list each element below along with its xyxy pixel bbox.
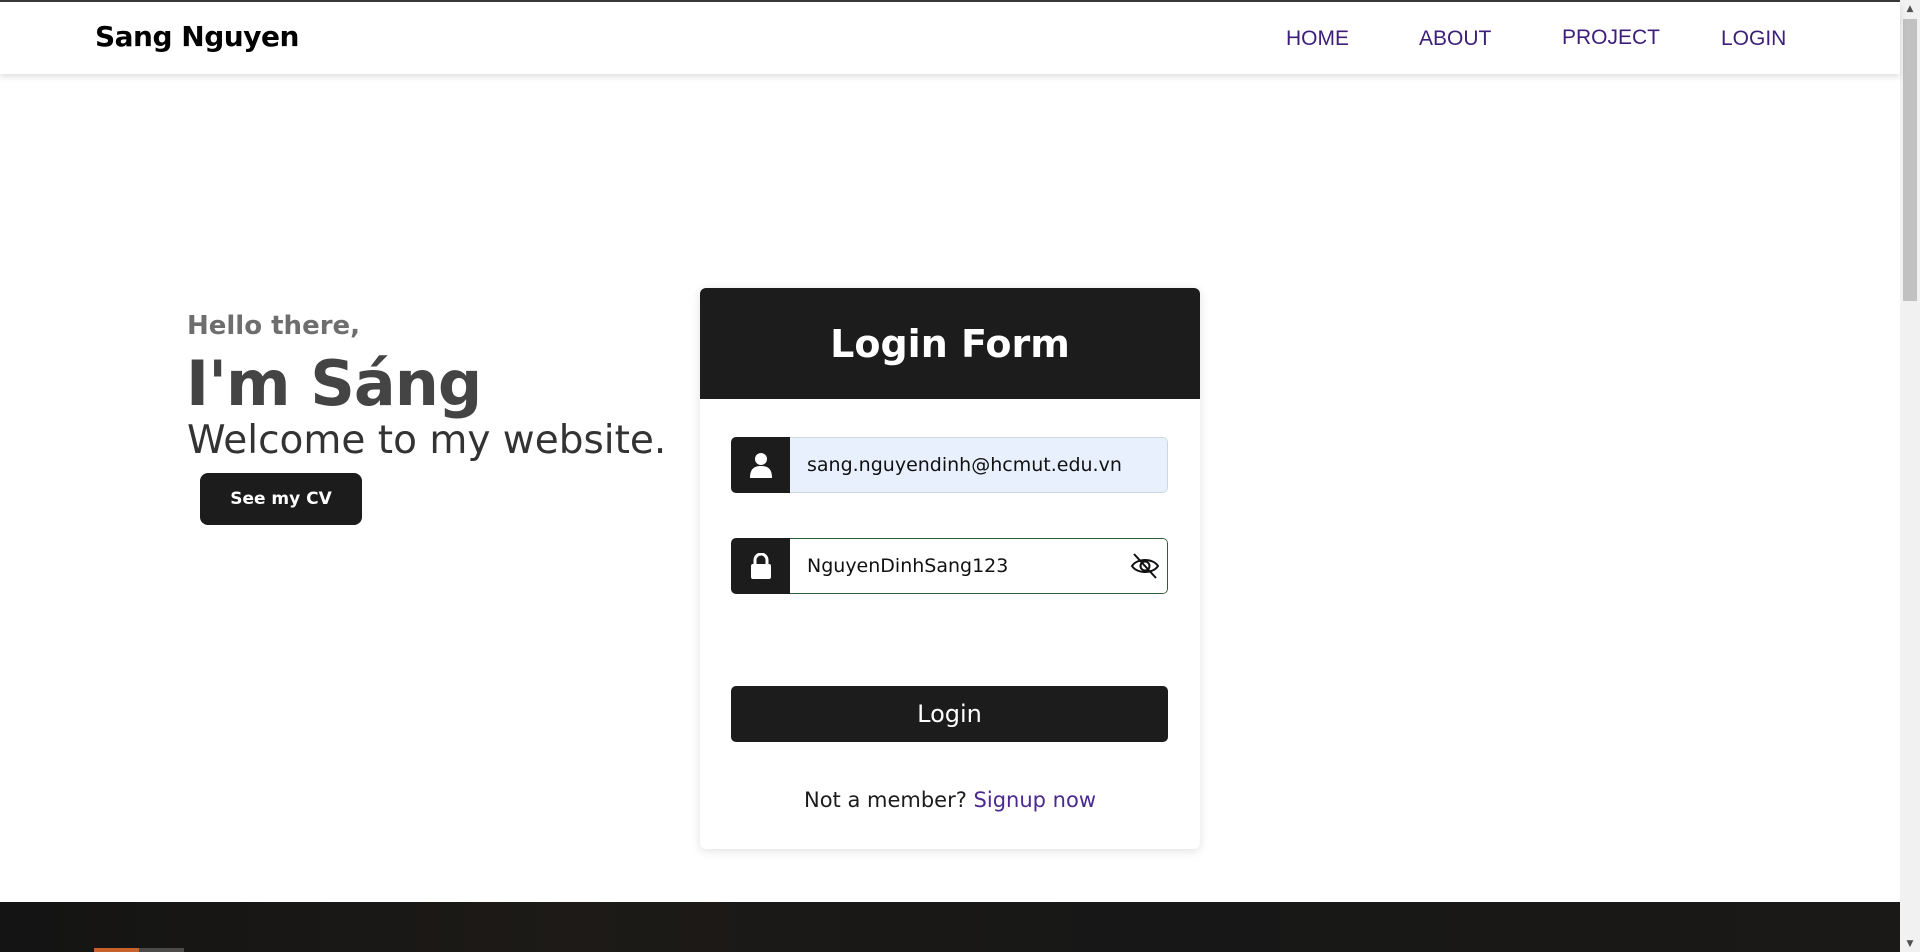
page-scrollbar[interactable]: ▲ ▼ bbox=[1900, 0, 1920, 952]
signup-prompt-text: Not a member? bbox=[803, 788, 967, 812]
scrollbar-thumb[interactable] bbox=[1903, 19, 1917, 301]
scroll-down-arrow-icon[interactable]: ▼ bbox=[1900, 935, 1920, 952]
password-field-group bbox=[731, 538, 1168, 594]
signup-prompt-line: Not a member? Signup now bbox=[700, 788, 1200, 812]
email-input[interactable] bbox=[790, 437, 1168, 493]
see-cv-button[interactable]: See my CV bbox=[200, 473, 362, 525]
nav-link-home[interactable]: HOME bbox=[1286, 27, 1349, 51]
strip-accent-gray bbox=[139, 948, 184, 952]
site-brand[interactable]: Sang Nguyen bbox=[95, 20, 299, 53]
email-field-group bbox=[731, 437, 1168, 493]
lock-icon bbox=[731, 538, 790, 594]
nav-link-login[interactable]: LOGIN bbox=[1721, 27, 1786, 51]
navbar: Sang Nguyen HOME ABOUT PROJECT LOGIN bbox=[0, 2, 1900, 74]
eye-slash-icon[interactable] bbox=[1130, 552, 1160, 580]
signup-link[interactable]: Signup now bbox=[974, 788, 1096, 812]
password-input[interactable] bbox=[790, 538, 1168, 594]
strip-accent-orange bbox=[94, 948, 139, 952]
login-card: Login Form Login Not a member? bbox=[700, 288, 1200, 849]
nav-link-project[interactable]: PROJECT bbox=[1562, 26, 1660, 50]
hero-greeting: Hello there, bbox=[187, 311, 361, 341]
login-form-title: Login Form bbox=[700, 288, 1200, 399]
nav-link-about[interactable]: ABOUT bbox=[1419, 27, 1491, 51]
login-button[interactable]: Login bbox=[731, 686, 1168, 742]
hero-headline: I'm Sáng bbox=[186, 347, 482, 420]
dark-footer-strip bbox=[0, 902, 1900, 952]
hero-welcome-text: Welcome to my website. bbox=[187, 418, 667, 463]
scroll-up-arrow-icon[interactable]: ▲ bbox=[1900, 0, 1920, 17]
user-icon bbox=[731, 437, 790, 493]
